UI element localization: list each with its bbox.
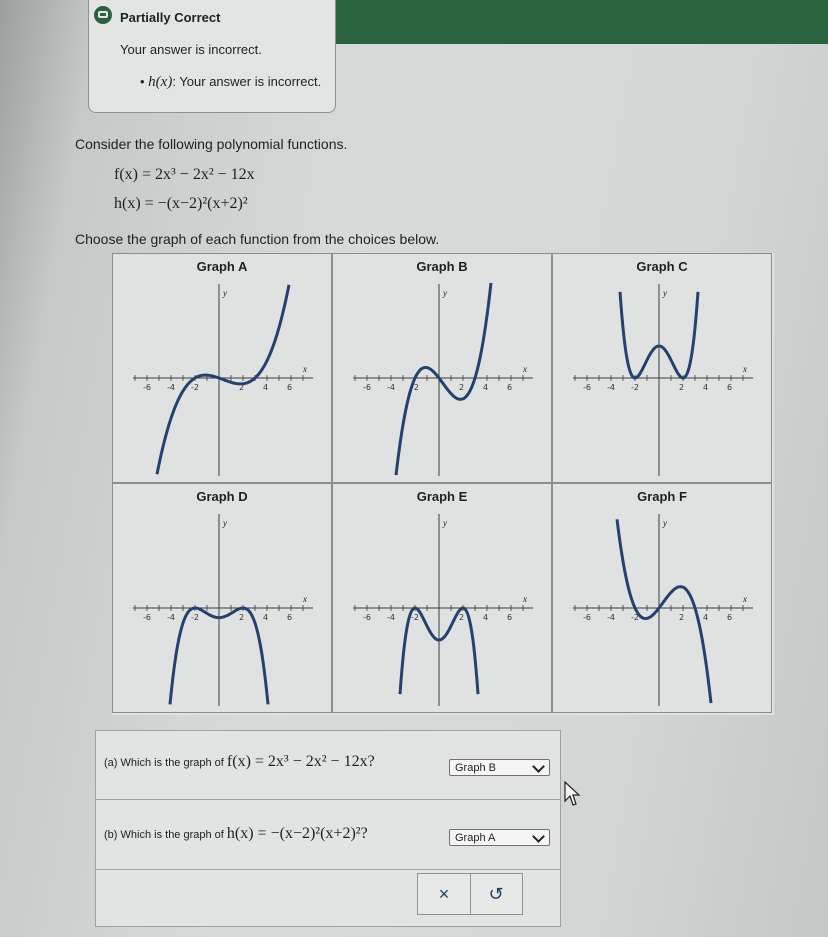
graph-d-title: Graph D — [196, 489, 248, 504]
x-tick-label: -4 — [607, 613, 615, 622]
graph-c-title: Graph C — [636, 259, 688, 274]
graph-e-plot: -6 -4 -2 2 4 6 x y — [353, 514, 533, 706]
question-a-prompt: Which is the graph of — [120, 757, 224, 769]
header-bar — [330, 0, 828, 44]
feedback-detail-text: : Your answer is incorrect. — [172, 74, 322, 89]
feedback-detail-fn: h(x) — [148, 74, 173, 90]
question-a-text: (a) Which is the graph of f(x) = 2x³ − 2… — [104, 753, 375, 771]
x-tick-label: -4 — [167, 383, 175, 392]
graph-f-cell: Graph F -6 -4 -2 2 4 6 x y — [552, 483, 772, 713]
y-axis-label: y — [662, 518, 667, 528]
feedback-detail: • h(x): Your answer is incorrect. — [140, 74, 322, 90]
graph-b-plot: -6 -4 -2 2 4 6xy — [353, 282, 533, 476]
x-tick-label: 4 — [703, 613, 708, 622]
feedback-icon — [94, 6, 112, 24]
x-tick-label: 2 — [679, 613, 684, 622]
question-b-text: (b) Which is the graph of h(x) = −(x−2)²… — [104, 825, 368, 843]
x-tick-label: 4 — [263, 613, 268, 622]
chevron-down-icon — [532, 830, 545, 843]
graph-c-plot: -6 -4 -2 2 4 6 x y — [573, 284, 753, 476]
problem-intro: Consider the following polynomial functi… — [75, 136, 348, 152]
undo-button[interactable]: ↺ — [470, 874, 522, 914]
x-tick-label: -6 — [583, 383, 591, 392]
graph-a-plot: -6 -4 -2 2 4 6xy — [133, 284, 313, 476]
question-b-selected: Graph A — [455, 832, 496, 844]
feedback-title: Partially Correct — [120, 10, 221, 25]
y-axis-label: y — [222, 518, 227, 528]
question-a-row: (a) Which is the graph of f(x) = 2x³ − 2… — [96, 731, 560, 800]
x-tick-label: 6 — [727, 383, 732, 392]
equation-f: f(x) = 2x³ − 2x² − 12x — [114, 166, 255, 183]
x-axis-label: x — [522, 594, 527, 604]
clear-button[interactable]: × — [418, 874, 471, 914]
graph-c-cell: Graph C -6 -4 -2 2 4 6 x y — [552, 253, 772, 483]
graph-e-cell: Graph E -6 -4 -2 2 4 6 x y — [332, 483, 552, 713]
graph-b-cell: Graph B -6 -4 -2 2 4 6 x y — [332, 253, 552, 483]
graph-f-title: Graph F — [637, 489, 687, 504]
x-axis-label: x — [302, 594, 307, 604]
x-tick-label: -4 — [167, 613, 175, 622]
equation-h: h(x) = −(x−2)²(x+2)² — [114, 195, 248, 212]
question-a-select[interactable]: Graph B — [449, 759, 550, 776]
y-axis-label: y — [442, 518, 447, 528]
question-a-math: f(x) = 2x³ − 2x² − 12x? — [226, 753, 375, 770]
x-tick-label: -6 — [583, 613, 591, 622]
x-tick-label: -4 — [387, 383, 395, 392]
x-tick-label: 2 — [459, 613, 464, 622]
x-tick-label: -4 — [387, 613, 395, 622]
function-curve — [155, 284, 291, 475]
graph-a-cell: Graph A -6 -4 -2 2 4 6 x y — [112, 253, 332, 483]
question-a-label: (a) — [104, 757, 118, 769]
x-tick-label: -2 — [191, 383, 199, 392]
y-axis-label: y — [442, 288, 447, 298]
x-tick-label: 4 — [483, 613, 488, 622]
x-tick-label: 4 — [263, 383, 268, 392]
x-tick-label: 4 — [703, 383, 708, 392]
x-tick-label: 2 — [679, 383, 684, 392]
function-curve — [615, 519, 713, 704]
graph-d-plot: -6 -4 -2 2 4 6 x y — [133, 514, 313, 706]
x-tick-label: -6 — [143, 613, 151, 622]
x-axis-label: x — [742, 594, 747, 604]
x-tick-label: 2 — [459, 383, 464, 392]
x-tick-label: -2 — [411, 613, 419, 622]
graph-a-title: Graph A — [196, 259, 248, 274]
graph-d-cell: Graph D -6 -4 -2 2 4 6 x y — [112, 483, 332, 713]
question-b-label: (b) — [104, 829, 118, 841]
graph-choices: Graph A -6 -4 -2 2 4 6 x y Graph B -6 -4 -2 2 4 6 x y … — [112, 253, 774, 715]
question-b-row: (b) Which is the graph of h(x) = −(x−2)²… — [96, 799, 560, 870]
chevron-down-icon — [532, 760, 545, 773]
x-tick-label: -2 — [191, 613, 199, 622]
graph-e-title: Graph E — [416, 489, 468, 504]
question-b-math: h(x) = −(x−2)²(x+2)²? — [226, 825, 368, 842]
question-b-select[interactable]: Graph A — [449, 829, 550, 846]
x-tick-label: 6 — [507, 383, 512, 392]
x-tick-label: 6 — [287, 383, 292, 392]
y-axis-label: y — [222, 288, 227, 298]
x-tick-label: 6 — [507, 613, 512, 622]
x-axis-label: x — [522, 364, 527, 374]
question-a-selected: Graph B — [455, 762, 496, 774]
x-tick-label: -6 — [143, 383, 151, 392]
x-axis-label: x — [302, 364, 307, 374]
x-tick-label: -2 — [631, 383, 639, 392]
x-tick-label: 2 — [239, 613, 244, 622]
x-axis-label: x — [742, 364, 747, 374]
action-buttons: × ↺ — [417, 873, 523, 915]
graph-b-title: Graph B — [416, 259, 468, 274]
x-tick-label: -6 — [363, 383, 371, 392]
x-tick-label: 4 — [483, 383, 488, 392]
graph-f-plot: -6 -4 -2 2 4 6xy — [573, 514, 753, 706]
x-tick-label: 6 — [727, 613, 732, 622]
x-tick-label: -6 — [363, 613, 371, 622]
mouse-cursor-icon — [564, 781, 581, 806]
feedback-message: Your answer is incorrect. — [120, 42, 262, 57]
function-curve — [394, 282, 493, 476]
problem-instruction: Choose the graph of each function from t… — [75, 231, 440, 247]
x-tick-label: 6 — [287, 613, 292, 622]
question-b-prompt: Which is the graph of — [120, 829, 224, 841]
x-tick-label: -4 — [607, 383, 615, 392]
y-axis-label: y — [662, 288, 667, 298]
